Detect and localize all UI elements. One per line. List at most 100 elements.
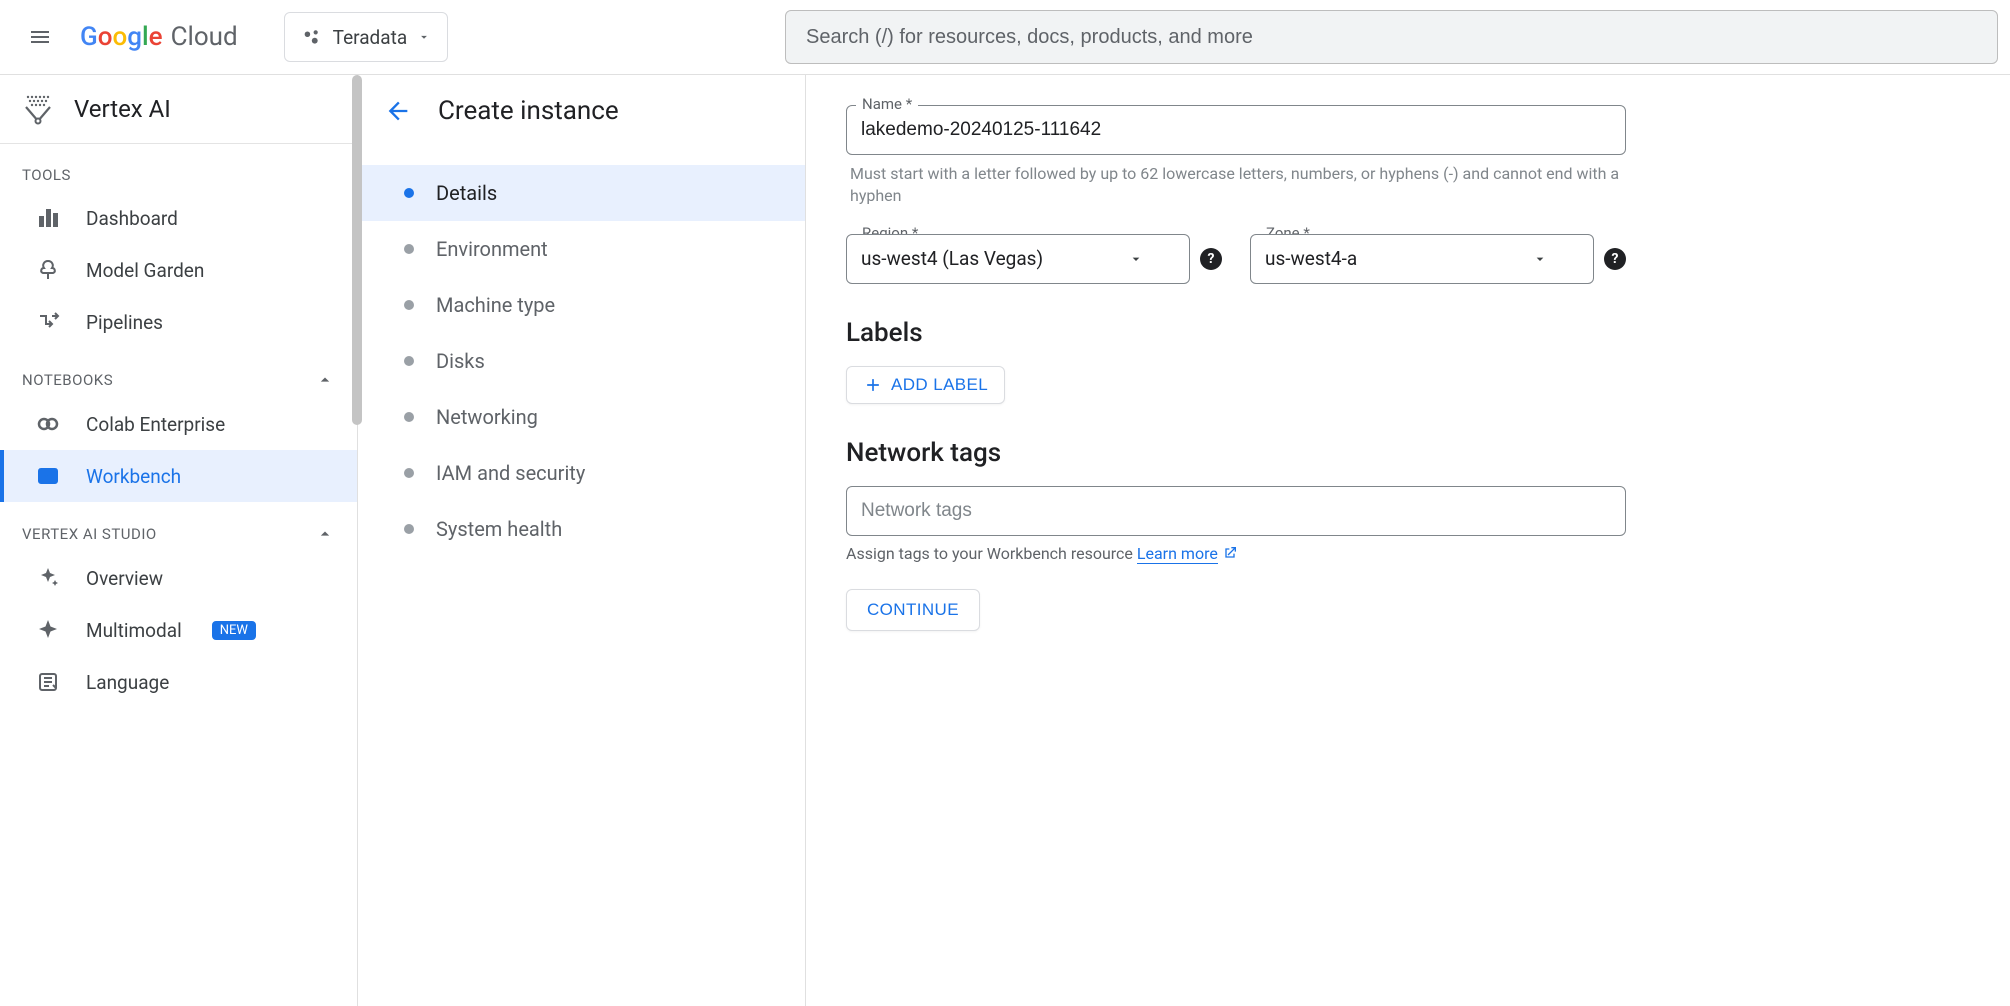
step-dot-icon — [404, 356, 414, 366]
colab-icon — [36, 412, 60, 436]
step-dot-icon — [404, 244, 414, 254]
step-dot-icon — [404, 524, 414, 534]
nav-label: Model Garden — [86, 259, 204, 282]
top-bar: Google Cloud Teradata — [0, 0, 2010, 75]
steps-list: Details Environment Machine type Disks N… — [358, 147, 805, 557]
multimodal-icon — [36, 618, 60, 642]
project-icon — [301, 26, 323, 48]
zone-select[interactable]: us-west4-a — [1250, 234, 1594, 284]
step-system-health[interactable]: System health — [358, 501, 805, 557]
nav-section-notebooks-header[interactable]: NOTEBOOKS — [0, 348, 357, 398]
step-dot-icon — [404, 468, 414, 478]
add-label-button[interactable]: ADD LABEL — [846, 366, 1005, 404]
tags-helper-text: Assign tags to your Workbench resource — [846, 544, 1137, 563]
nav-item-model-garden[interactable]: Model Garden — [0, 244, 357, 296]
step-networking[interactable]: Networking — [358, 389, 805, 445]
step-label: Networking — [436, 405, 538, 429]
region-select[interactable]: us-west4 (Las Vegas) — [846, 234, 1190, 284]
nav-section-studio-header[interactable]: VERTEX AI STUDIO — [0, 502, 357, 552]
nav-label: Dashboard — [86, 207, 178, 230]
name-label: Name * — [856, 95, 918, 113]
brand-suffix: Cloud — [171, 22, 238, 52]
page-title: Create instance — [438, 96, 619, 126]
network-tags-field-wrap — [846, 486, 1626, 536]
left-navigation: Vertex AI TOOLS Dashboard Model Garden P… — [0, 75, 358, 1006]
chevron-up-icon — [315, 370, 335, 390]
nav-section-title: NOTEBOOKS — [22, 371, 113, 389]
nav-label: Pipelines — [86, 311, 163, 334]
nav-section-tools-title: TOOLS — [0, 144, 357, 192]
vertex-ai-icon — [22, 93, 54, 125]
project-picker[interactable]: Teradata — [284, 12, 449, 62]
nav-item-colab-enterprise[interactable]: Colab Enterprise — [0, 398, 357, 450]
plus-icon — [863, 375, 883, 395]
nav-section-title: VERTEX AI STUDIO — [22, 525, 157, 543]
add-label-text: ADD LABEL — [891, 375, 988, 395]
step-dot-icon — [404, 300, 414, 310]
step-label: Details — [436, 181, 497, 205]
nav-label: Overview — [86, 567, 163, 590]
step-label: IAM and security — [436, 461, 585, 485]
arrow-left-icon — [384, 97, 412, 125]
step-dot-icon — [404, 412, 414, 422]
stepper-column: Create instance Details Environment Mach… — [358, 75, 806, 1006]
region-value: us-west4 (Las Vegas) — [861, 247, 1043, 270]
nav-label: Colab Enterprise — [86, 413, 225, 436]
chevron-down-icon — [417, 30, 431, 44]
dashboard-icon — [36, 206, 60, 230]
step-label: Environment — [436, 237, 548, 261]
search-input[interactable] — [806, 26, 1977, 49]
workbench-icon — [36, 464, 60, 488]
search-bar[interactable] — [785, 10, 1998, 64]
learn-more-link[interactable]: Learn more — [1137, 544, 1218, 564]
form-panel: Name * Must start with a letter followed… — [806, 75, 2010, 1006]
region-help-icon[interactable]: ? — [1200, 248, 1222, 270]
new-badge: NEW — [212, 621, 256, 640]
network-tags-helper: Assign tags to your Workbench resource L… — [846, 544, 1626, 563]
language-icon — [36, 670, 60, 694]
step-machine-type[interactable]: Machine type — [358, 277, 805, 333]
model-garden-icon — [36, 258, 60, 282]
nav-label: Workbench — [86, 465, 181, 488]
step-label: Machine type — [436, 293, 555, 317]
region-field-wrap: Region * us-west4 (Las Vegas) ? — [846, 234, 1222, 284]
nav-item-overview[interactable]: Overview — [0, 552, 357, 604]
product-name: Vertex AI — [74, 95, 171, 123]
external-link-icon — [1222, 545, 1238, 561]
name-field-wrap: Name * — [846, 105, 1626, 155]
main-menu-button[interactable] — [16, 13, 64, 61]
step-disks[interactable]: Disks — [358, 333, 805, 389]
zone-help-icon[interactable]: ? — [1604, 248, 1626, 270]
page-header: Create instance — [358, 75, 805, 147]
nav-item-multimodal[interactable]: Multimodal NEW — [0, 604, 357, 656]
step-dot-icon — [404, 188, 414, 198]
nav-item-workbench[interactable]: Workbench — [0, 450, 357, 502]
nav-label: Language — [86, 671, 169, 694]
step-details[interactable]: Details — [358, 165, 805, 221]
network-tags-input[interactable] — [846, 486, 1626, 536]
nav-item-language[interactable]: Language — [0, 656, 357, 708]
name-helper-text: Must start with a letter followed by up … — [850, 163, 1622, 208]
zone-value: us-west4-a — [1265, 247, 1357, 270]
overview-icon — [36, 566, 60, 590]
chevron-up-icon — [315, 524, 335, 544]
continue-button[interactable]: CONTINUE — [846, 589, 980, 631]
back-button[interactable] — [380, 93, 416, 129]
hamburger-icon — [28, 25, 52, 49]
nav-label: Multimodal — [86, 619, 182, 642]
zone-field-wrap: Zone * us-west4-a ? — [1250, 234, 1626, 284]
project-name: Teradata — [333, 26, 408, 49]
step-label: System health — [436, 517, 562, 541]
nav-item-dashboard[interactable]: Dashboard — [0, 192, 357, 244]
step-environment[interactable]: Environment — [358, 221, 805, 277]
nav-item-pipelines[interactable]: Pipelines — [0, 296, 357, 348]
labels-heading: Labels — [846, 318, 1626, 348]
google-cloud-logo[interactable]: Google Cloud — [80, 22, 238, 52]
product-header[interactable]: Vertex AI — [0, 75, 357, 144]
pipelines-icon — [36, 310, 60, 334]
step-iam-security[interactable]: IAM and security — [358, 445, 805, 501]
main-region: Vertex AI TOOLS Dashboard Model Garden P… — [0, 75, 2010, 1006]
network-tags-heading: Network tags — [846, 438, 1626, 468]
continue-text: CONTINUE — [867, 600, 959, 620]
name-input[interactable] — [846, 105, 1626, 155]
